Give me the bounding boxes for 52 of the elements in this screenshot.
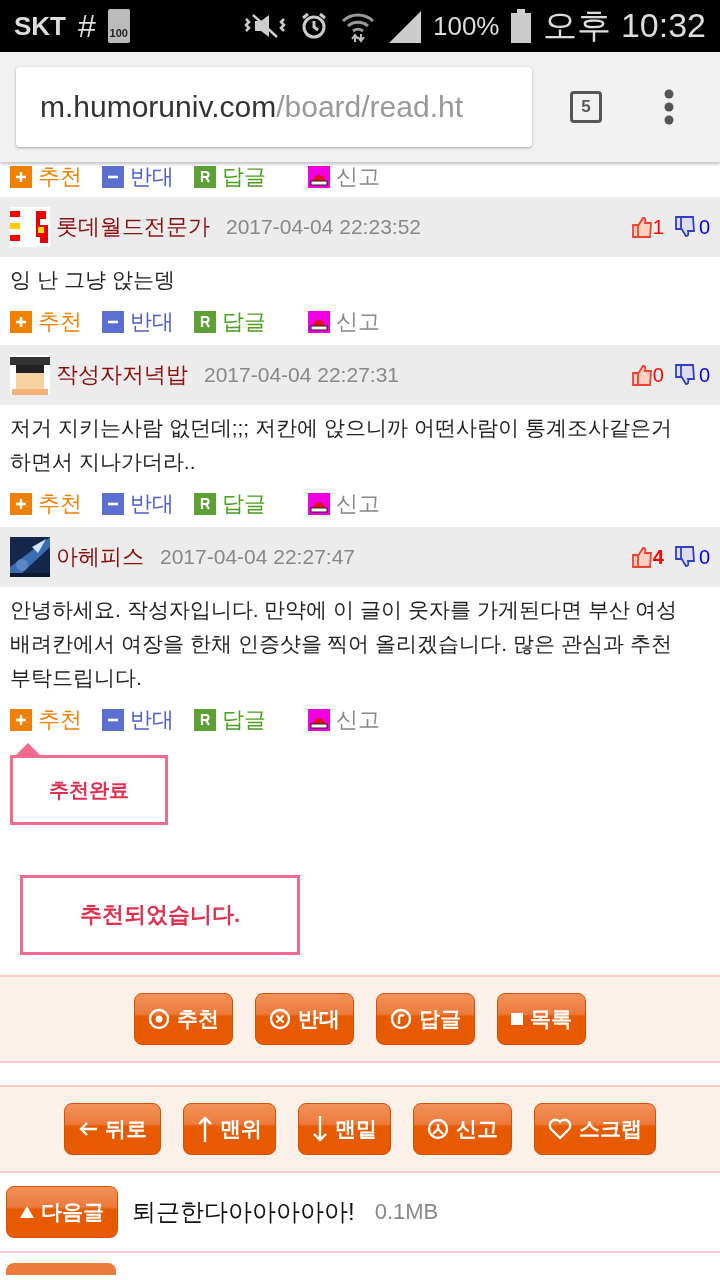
board-button[interactable]: 답글 xyxy=(376,993,475,1045)
action-link[interactable]: 추천 xyxy=(10,705,82,735)
action-link[interactable]: 답글 xyxy=(194,705,266,735)
upvote-count: 1 xyxy=(652,215,664,239)
action-link[interactable]: 신고 xyxy=(308,307,380,337)
clock: 오후 10:32 xyxy=(543,5,706,46)
tab-count-button[interactable]: 5 xyxy=(570,91,602,123)
board-button[interactable]: 스크랩 xyxy=(534,1103,656,1155)
address-bar[interactable]: m.humoruniv.com/board/read.ht xyxy=(16,67,532,147)
comment-date: 2017-04-04 22:27:47 xyxy=(160,545,356,569)
action-link[interactable]: 답글 xyxy=(194,489,266,519)
board-button[interactable]: 반대 xyxy=(255,993,354,1045)
file-size: 0.1MB xyxy=(374,1199,439,1225)
battery-percent: 100% xyxy=(432,10,500,42)
board-button[interactable]: 목록 xyxy=(497,993,586,1045)
board-button[interactable]: 맨위 xyxy=(183,1103,276,1155)
action-link[interactable]: 답글 xyxy=(194,307,266,337)
action-link[interactable]: 반대 xyxy=(102,307,174,337)
upvote-count: 0 xyxy=(652,363,664,387)
action-link[interactable]: 반대 xyxy=(102,162,174,192)
board-button[interactable]: 뒤로 xyxy=(64,1103,161,1155)
comment-text: 저거 지키는사람 없던데;;; 저칸에 앉으니까 어떤사람이 통계조사같은거 하면서 지나가더라.. xyxy=(9,415,673,475)
upvote-count: 4 xyxy=(652,545,664,569)
downvote-count: 0 xyxy=(698,363,710,387)
action-link[interactable]: 추천 xyxy=(10,489,82,519)
board-button[interactable]: 맨밑 xyxy=(298,1103,391,1155)
board-button[interactable]: 추천 xyxy=(134,993,233,1045)
action-link[interactable]: 반대 xyxy=(102,705,174,735)
comment-text: 안녕하세요. 작성자입니다. 만약에 이 글이 웃자를 가게된다면 부산 여성 배려칸에서 여장을 한채 인증샷을 찍어 올리겠습니다. 많은 관심과 추천 부탁드립니다. xyxy=(9,597,679,691)
battery-badge: 100 xyxy=(107,9,130,43)
author-name[interactable]: 아헤피스 xyxy=(56,542,144,572)
recommend-done-tooltip: 추천완료 xyxy=(10,743,168,825)
downvote-count: 0 xyxy=(698,545,710,569)
post-title-link[interactable]: 퇴근한다아아아아아! xyxy=(132,1196,355,1228)
notice-message: 추천되었습니다. xyxy=(20,875,300,955)
comment-date: 2017-04-04 22:23:52 xyxy=(226,215,422,239)
downvote-count: 0 xyxy=(698,215,710,239)
action-link[interactable]: 신고 xyxy=(308,162,380,192)
next-post-button[interactable]: 다음글 xyxy=(6,1186,118,1238)
action-link[interactable]: 반대 xyxy=(102,489,174,519)
network-mark: # xyxy=(78,7,96,45)
author-name[interactable]: 롯데월드전문가 xyxy=(56,212,210,242)
comment-date: 2017-04-04 22:27:31 xyxy=(204,363,400,387)
action-link[interactable]: 신고 xyxy=(308,489,380,519)
action-link[interactable]: 답글 xyxy=(194,162,266,192)
author-name[interactable]: 작성자저녁밥 xyxy=(56,360,188,390)
action-link[interactable]: 추천 xyxy=(10,162,82,192)
action-link[interactable]: 신고 xyxy=(308,705,380,735)
comment-text: 잉 난 그냥 앉는뎅 xyxy=(9,267,176,293)
board-button[interactable]: 신고 xyxy=(413,1103,512,1155)
action-link[interactable]: 추천 xyxy=(10,307,82,337)
carrier-name: SKT xyxy=(14,10,66,42)
